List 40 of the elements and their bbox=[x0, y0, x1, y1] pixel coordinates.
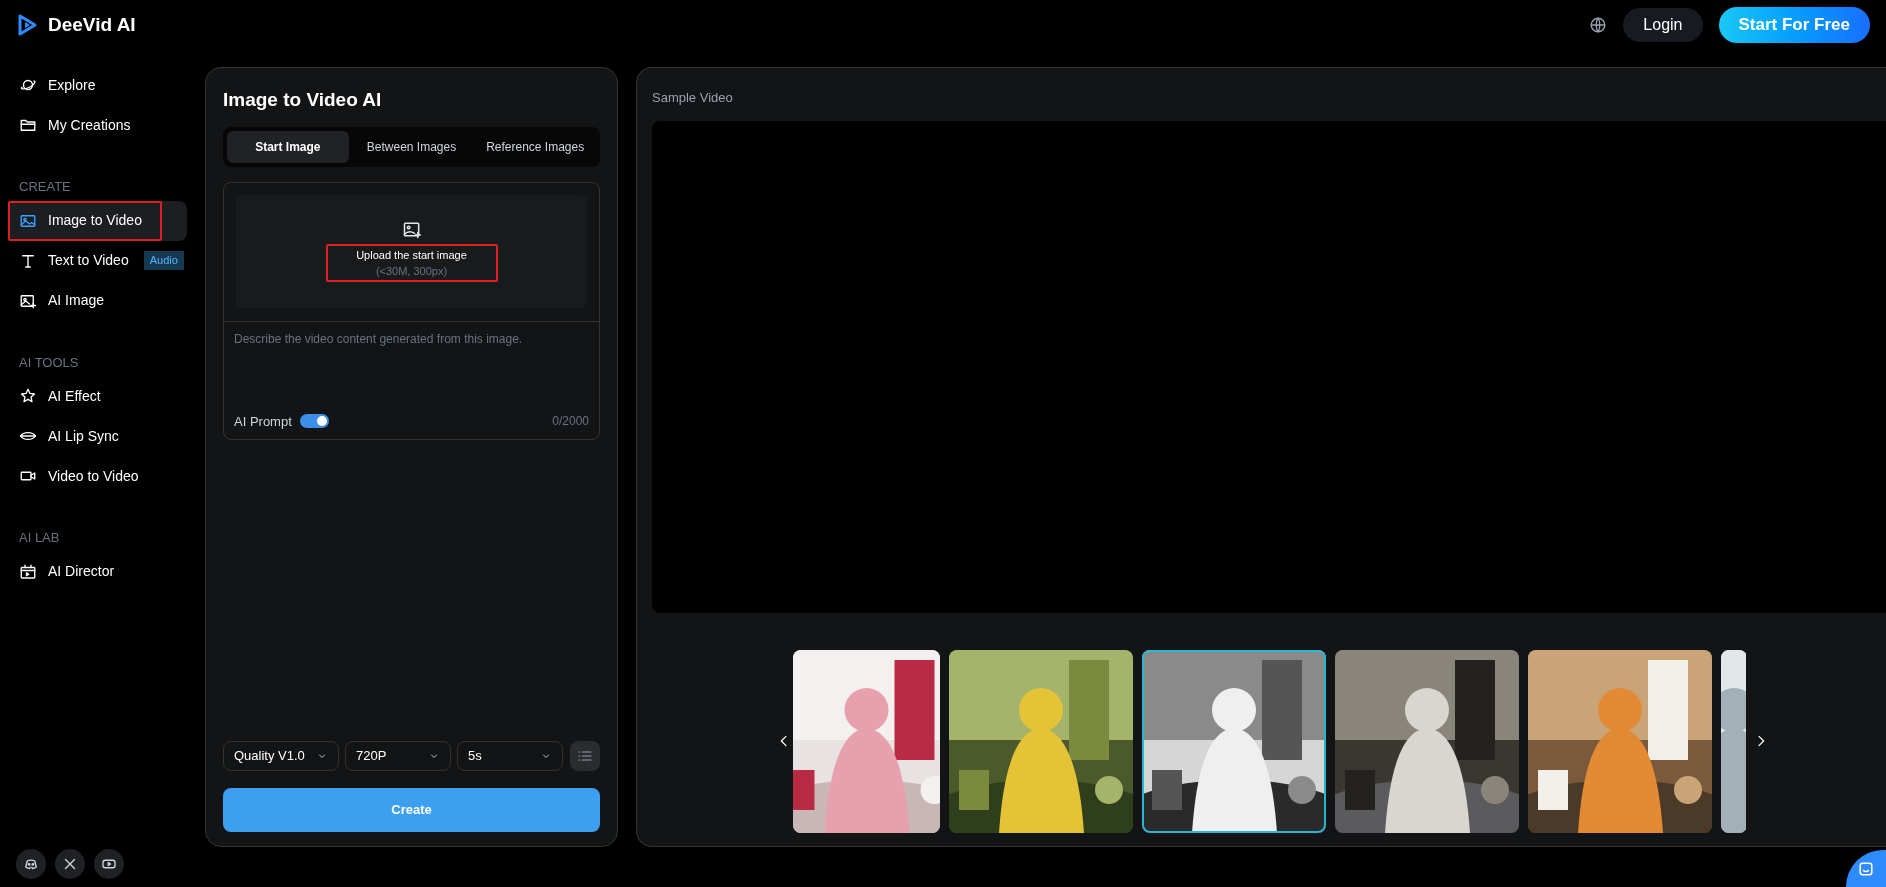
sidebar-item[interactable]: AI Lip Sync bbox=[8, 416, 187, 456]
sidebar-item[interactable]: Explore bbox=[8, 65, 187, 105]
sidebar-item[interactable]: Image to Video bbox=[8, 200, 187, 241]
sidebar-item[interactable]: AI Effect bbox=[8, 376, 187, 416]
social-button[interactable] bbox=[94, 849, 124, 879]
sidebar-item[interactable]: Video to Video bbox=[8, 456, 187, 496]
tab[interactable]: Start Image bbox=[227, 130, 349, 163]
section-heading: AI TOOLS bbox=[18, 353, 80, 372]
calendar-play-icon bbox=[19, 562, 37, 581]
upload-dropzone[interactable]: Upload the start image (<30M, 300px) bbox=[236, 194, 587, 308]
ai-prompt-label: AI Prompt bbox=[234, 412, 292, 431]
sidebar-item[interactable]: AI Image bbox=[8, 280, 187, 321]
section-heading: CREATE bbox=[18, 178, 72, 196]
chat-button[interactable] bbox=[1846, 850, 1886, 887]
dropdown[interactable]: Quality V1.0 bbox=[223, 741, 339, 771]
upload-title: Upload the start image bbox=[356, 247, 467, 263]
sidebar-item[interactable]: AI Director bbox=[8, 551, 187, 592]
tab[interactable]: Between Images bbox=[350, 130, 473, 163]
section-heading: AI LAB bbox=[18, 529, 61, 547]
image-upload-icon bbox=[401, 220, 422, 240]
ai-prompt-toggle[interactable] bbox=[299, 414, 329, 429]
login-button[interactable]: Login bbox=[1623, 8, 1703, 42]
social-button[interactable] bbox=[55, 849, 85, 879]
sidebar-item[interactable]: My Creations bbox=[8, 105, 187, 145]
social-button[interactable] bbox=[16, 849, 46, 879]
star-icon bbox=[19, 387, 37, 405]
prompt-field[interactable]: Describe the video content generated from this image. bbox=[234, 329, 589, 410]
panel-title: Image to Video AI bbox=[223, 88, 383, 112]
sidebar-item[interactable]: Text to Video Audio bbox=[8, 240, 187, 281]
upload-hint: (<30M, 300px) bbox=[375, 264, 448, 279]
settings-list-button[interactable] bbox=[570, 741, 600, 771]
character-counter: 0/2000 bbox=[552, 413, 589, 431]
language-icon bbox=[1589, 16, 1608, 34]
audio-badge: Audio bbox=[143, 251, 184, 270]
logo-text: DeeVid AI bbox=[48, 12, 136, 37]
dropdown[interactable]: 5s bbox=[457, 741, 563, 771]
list-icon bbox=[577, 748, 593, 764]
tab[interactable]: Reference Images bbox=[474, 130, 596, 163]
preview-label: Sample Video bbox=[652, 89, 734, 107]
dropdown[interactable]: 720P bbox=[345, 741, 451, 771]
